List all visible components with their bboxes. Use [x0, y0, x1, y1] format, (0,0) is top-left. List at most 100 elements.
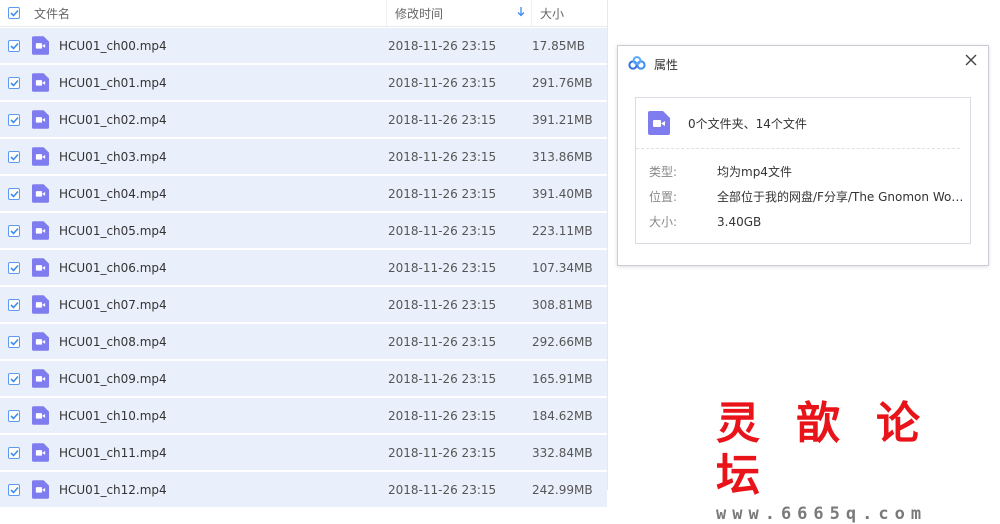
file-size: 17.85MB — [532, 38, 585, 53]
file-name-cell[interactable]: HCU01_ch08.mp4 — [28, 332, 380, 351]
row-checkbox[interactable] — [8, 298, 20, 311]
select-all-checkbox[interactable] — [8, 7, 20, 19]
column-header-name[interactable]: 文件名 — [28, 5, 386, 22]
arrow-down-icon — [517, 6, 525, 20]
column-header-size[interactable]: 大小 — [531, 0, 607, 26]
table-row[interactable]: HCU01_ch05.mp4 2018-11-26 23:15 223.11MB — [0, 213, 607, 249]
file-name[interactable]: HCU01_ch09.mp4 — [59, 372, 167, 386]
column-header-date[interactable]: 修改时间 — [386, 0, 531, 26]
file-name-cell[interactable]: HCU01_ch01.mp4 — [28, 73, 380, 92]
video-file-icon — [648, 111, 670, 135]
properties-summary: 0个文件夹、14个文件 — [636, 98, 960, 149]
table-row[interactable]: HCU01_ch12.mp4 2018-11-26 23:15 242.99MB — [0, 472, 607, 508]
row-checkbox[interactable] — [8, 372, 20, 385]
file-size: 332.84MB — [532, 445, 593, 460]
file-name-cell[interactable]: HCU01_ch05.mp4 — [28, 221, 380, 240]
video-file-icon — [32, 332, 49, 351]
file-name[interactable]: HCU01_ch07.mp4 — [59, 298, 167, 312]
file-date: 2018-11-26 23:15 — [388, 260, 497, 275]
file-name-cell[interactable]: HCU01_ch09.mp4 — [28, 369, 380, 388]
table-row[interactable]: HCU01_ch01.mp4 2018-11-26 23:15 291.76MB — [0, 65, 607, 101]
file-name-cell[interactable]: HCU01_ch11.mp4 — [28, 443, 380, 462]
file-name-cell[interactable]: HCU01_ch07.mp4 — [28, 295, 380, 314]
file-size: 184.62MB — [532, 408, 593, 423]
video-file-icon — [32, 73, 49, 92]
file-date: 2018-11-26 23:15 — [388, 371, 497, 386]
file-name[interactable]: HCU01_ch11.mp4 — [59, 446, 167, 460]
video-file-icon — [32, 110, 49, 129]
table-row[interactable]: HCU01_ch02.mp4 2018-11-26 23:15 391.21MB — [0, 102, 607, 138]
close-icon[interactable] — [963, 52, 979, 68]
table-row[interactable]: HCU01_ch00.mp4 2018-11-26 23:15 17.85MB — [0, 28, 607, 64]
row-checkbox[interactable] — [8, 224, 20, 237]
table-row[interactable]: HCU01_ch11.mp4 2018-11-26 23:15 332.84MB — [0, 435, 607, 471]
prop-size-label: 大小: — [649, 215, 678, 229]
file-date: 2018-11-26 23:15 — [388, 334, 497, 349]
watermark-url: www.6665q.com — [716, 504, 928, 524]
row-checkbox[interactable] — [8, 335, 20, 348]
row-checkbox[interactable] — [8, 150, 20, 163]
table-row[interactable]: HCU01_ch10.mp4 2018-11-26 23:15 184.62MB — [0, 398, 607, 434]
file-name-cell[interactable]: HCU01_ch03.mp4 — [28, 147, 380, 166]
file-size: 391.21MB — [532, 112, 593, 127]
table-row[interactable]: HCU01_ch03.mp4 2018-11-26 23:15 313.86MB — [0, 139, 607, 175]
table-row[interactable]: HCU01_ch04.mp4 2018-11-26 23:15 391.40MB — [0, 176, 607, 212]
file-name[interactable]: HCU01_ch04.mp4 — [59, 187, 167, 201]
file-date: 2018-11-26 23:15 — [388, 297, 497, 312]
file-name-cell[interactable]: HCU01_ch04.mp4 — [28, 184, 380, 203]
file-size: 107.34MB — [532, 260, 593, 275]
column-header-date-label: 修改时间 — [395, 6, 444, 21]
row-checkbox[interactable] — [8, 261, 20, 274]
video-file-icon — [32, 258, 49, 277]
video-file-icon — [32, 221, 49, 240]
table-row[interactable]: HCU01_ch08.mp4 2018-11-26 23:15 292.66MB — [0, 324, 607, 360]
prop-location: 位置: 全部位于我的网盘/F分享/The Gnomon Workshop — [636, 184, 970, 209]
file-name-cell[interactable]: HCU01_ch00.mp4 — [28, 36, 380, 55]
row-checkbox[interactable] — [8, 39, 20, 52]
video-file-icon — [32, 443, 49, 462]
file-size: 292.66MB — [532, 334, 593, 349]
file-name[interactable]: HCU01_ch02.mp4 — [59, 113, 167, 127]
file-size: 313.86MB — [532, 149, 593, 164]
table-row[interactable]: HCU01_ch07.mp4 2018-11-26 23:15 308.81MB — [0, 287, 607, 323]
file-name-cell[interactable]: HCU01_ch02.mp4 — [28, 110, 380, 129]
file-name[interactable]: HCU01_ch05.mp4 — [59, 224, 167, 238]
file-size: 391.40MB — [532, 186, 593, 201]
row-checkbox[interactable] — [8, 113, 20, 126]
table-row[interactable]: HCU01_ch06.mp4 2018-11-26 23:15 107.34MB — [0, 250, 607, 286]
file-date: 2018-11-26 23:15 — [388, 186, 497, 201]
file-date: 2018-11-26 23:15 — [388, 112, 497, 127]
file-list-header: 文件名 修改时间 大小 — [0, 0, 607, 27]
file-size: 165.91MB — [532, 371, 593, 386]
file-date: 2018-11-26 23:15 — [388, 408, 497, 423]
baidu-cloud-icon — [628, 55, 646, 73]
row-checkbox[interactable] — [8, 187, 20, 200]
watermark-title: 灵歆论坛 — [716, 398, 956, 501]
properties-panel: 0个文件夹、14个文件 类型: 均为mp4文件 位置: 全部位于我的网盘/F分享… — [635, 97, 971, 244]
file-name[interactable]: HCU01_ch00.mp4 — [59, 39, 167, 53]
file-name[interactable]: HCU01_ch03.mp4 — [59, 150, 167, 164]
video-file-icon — [32, 147, 49, 166]
summary-text: 0个文件夹、14个文件 — [688, 116, 807, 131]
file-name[interactable]: HCU01_ch01.mp4 — [59, 76, 167, 90]
row-checkbox[interactable] — [8, 409, 20, 422]
row-checkbox[interactable] — [8, 446, 20, 459]
video-file-icon — [32, 406, 49, 425]
video-file-icon — [32, 184, 49, 203]
file-size: 308.81MB — [532, 297, 593, 312]
file-name[interactable]: HCU01_ch08.mp4 — [59, 335, 167, 349]
file-name[interactable]: HCU01_ch06.mp4 — [59, 261, 167, 275]
file-name-cell[interactable]: HCU01_ch06.mp4 — [28, 258, 380, 277]
file-date: 2018-11-26 23:15 — [388, 223, 497, 238]
prop-type-label: 类型: — [649, 165, 678, 179]
file-name-cell[interactable]: HCU01_ch10.mp4 — [28, 406, 380, 425]
file-date: 2018-11-26 23:15 — [388, 38, 497, 53]
prop-size: 大小: 3.40GB — [636, 209, 970, 234]
row-checkbox[interactable] — [8, 76, 20, 89]
table-row[interactable]: HCU01_ch09.mp4 2018-11-26 23:15 165.91MB — [0, 361, 607, 397]
file-rows: HCU01_ch00.mp4 2018-11-26 23:15 17.85MB HCU… — [0, 28, 607, 508]
dialog-titlebar: 属性 — [618, 46, 988, 82]
prop-location-label: 位置: — [649, 190, 678, 204]
file-list: 文件名 修改时间 大小 HCU01_ch00.mp4 2018-11-26 23:… — [0, 0, 608, 508]
file-name[interactable]: HCU01_ch10.mp4 — [59, 409, 167, 423]
